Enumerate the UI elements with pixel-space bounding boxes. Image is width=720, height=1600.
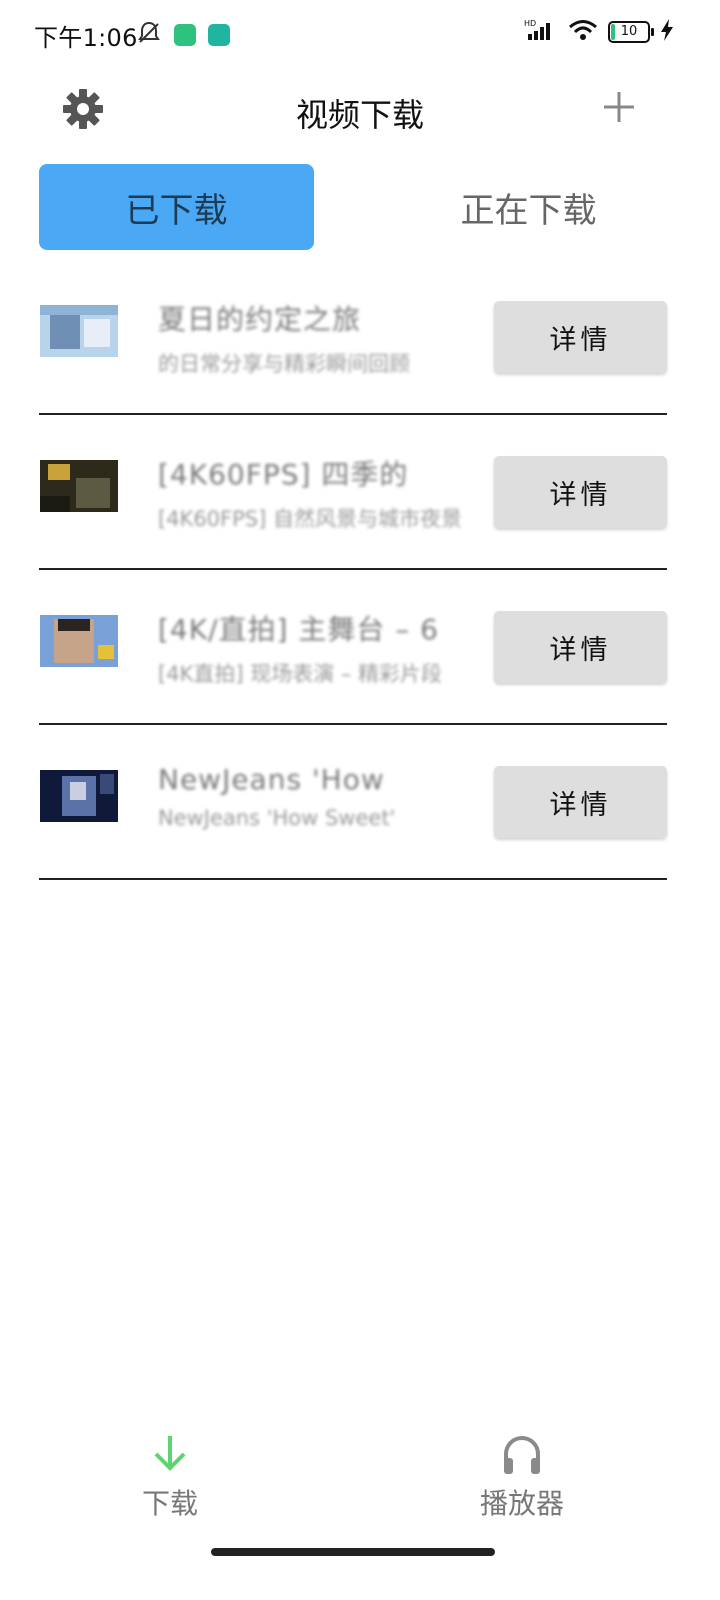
item-title: [4K60FPS] 四季的	[158, 458, 409, 491]
bottom-navigation: 下载 播放器	[0, 1424, 720, 1534]
download-list: 夏日的约定之旅 的日常分享与精彩瞬间回顾 详情 [4K60FPS] 四季的 [4…	[0, 260, 720, 880]
list-item[interactable]: [4K/直拍] 主舞台 – 6 [4K直拍] 现场表演 – 精彩片段 详情	[0, 570, 720, 725]
item-title: 夏日的约定之旅	[158, 303, 362, 336]
details-button[interactable]: 详情	[494, 456, 667, 528]
item-subtitle: 的日常分享与精彩瞬间回顾	[158, 352, 410, 376]
details-button[interactable]: 详情	[494, 766, 667, 838]
nav-download[interactable]: 下载	[90, 1424, 250, 1522]
security-app-icon	[208, 24, 230, 46]
list-item[interactable]: 夏日的约定之旅 的日常分享与精彩瞬间回顾 详情	[0, 260, 720, 415]
add-icon[interactable]	[602, 90, 636, 124]
status-icons-right: HD 10	[524, 18, 674, 46]
item-text: [4K60FPS] 四季的 [4K60FPS] 自然风景与城市夜景	[158, 453, 470, 533]
list-item[interactable]: [4K60FPS] 四季的 [4K60FPS] 自然风景与城市夜景 详情	[0, 415, 720, 570]
list-item[interactable]: NewJeans 'How NewJeans 'How Sweet' 详情	[0, 725, 720, 880]
wifi-icon	[568, 18, 598, 46]
details-button[interactable]: 详情	[494, 611, 667, 683]
divider	[39, 878, 667, 880]
item-subtitle: [4K60FPS] 自然风景与城市夜景	[158, 507, 462, 531]
download-arrow-icon	[148, 1432, 192, 1476]
charging-bolt-icon	[660, 19, 674, 45]
tab-downloaded[interactable]: 已下载	[39, 164, 314, 250]
video-thumbnail	[40, 460, 118, 512]
item-text: [4K/直拍] 主舞台 – 6 [4K直拍] 现场表演 – 精彩片段	[158, 608, 470, 688]
item-title: [4K/直拍] 主舞台 – 6	[158, 613, 439, 646]
item-title: NewJeans 'How	[158, 763, 385, 796]
status-bar: 下午1:06 HD 10	[0, 0, 720, 68]
item-subtitle: [4K直拍] 现场表演 – 精彩片段	[158, 662, 443, 686]
tab-downloading[interactable]: 正在下载	[391, 164, 666, 250]
headphones-icon	[500, 1432, 544, 1476]
nav-download-label: 下载	[141, 1487, 198, 1520]
signal-icon: HD	[524, 18, 558, 46]
item-text: NewJeans 'How NewJeans 'How Sweet'	[158, 763, 470, 830]
mute-bell-icon	[136, 20, 162, 50]
video-thumbnail	[40, 305, 118, 357]
network-type-label: HD	[524, 19, 536, 28]
battery-icon: 10	[608, 21, 654, 43]
home-indicator[interactable]	[211, 1548, 495, 1556]
video-thumbnail	[40, 770, 118, 822]
nav-player-label: 播放器	[479, 1487, 564, 1520]
status-icons-left	[136, 20, 230, 50]
tab-bar: 已下载 正在下载	[39, 164, 669, 250]
app-screen: 下午1:06 HD 10 视频下载 已下载 正在下载 夏日的约定之旅 的日常分享…	[0, 0, 720, 1600]
item-subtitle: NewJeans 'How Sweet'	[158, 806, 396, 830]
video-thumbnail	[40, 615, 118, 667]
item-text: 夏日的约定之旅 的日常分享与精彩瞬间回顾	[158, 298, 470, 378]
app-notification-icon	[174, 24, 196, 46]
status-time: 下午1:06	[34, 24, 138, 52]
nav-player[interactable]: 播放器	[442, 1424, 602, 1522]
battery-level: 10	[620, 24, 638, 39]
details-button[interactable]: 详情	[494, 301, 667, 373]
app-bar: 视频下载	[0, 76, 720, 146]
